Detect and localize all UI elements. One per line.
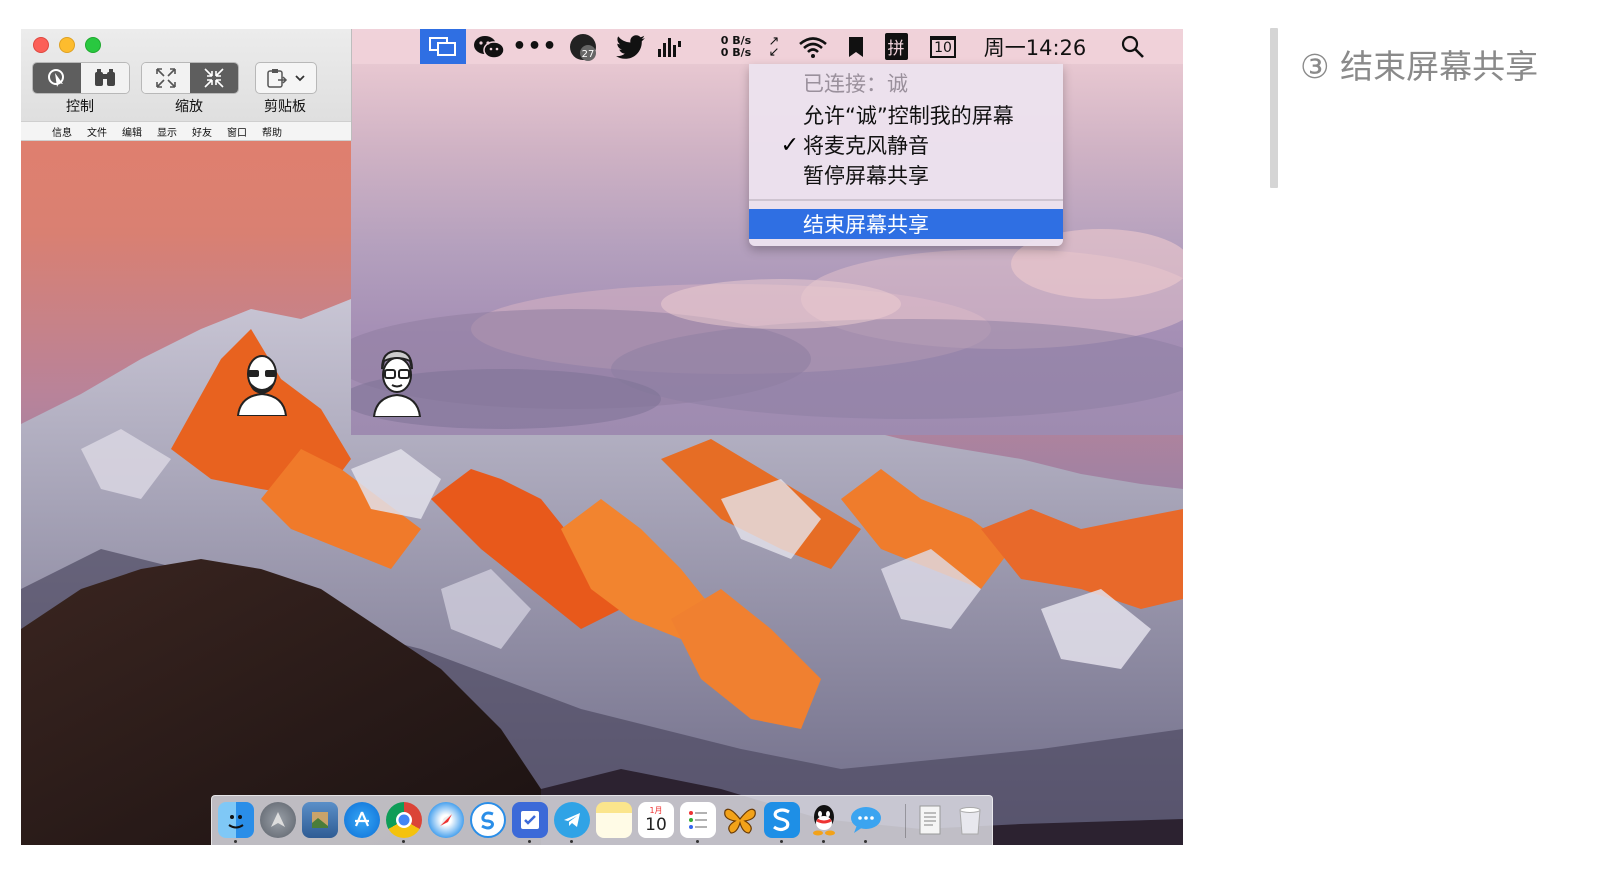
net-up-speed: 0 B/s bbox=[720, 33, 752, 47]
menu-item-mute-microphone[interactable]: ✓ 将麦克风静音 bbox=[749, 130, 1063, 160]
zoom-window-button[interactable] bbox=[85, 37, 101, 53]
safari-icon[interactable] bbox=[428, 802, 464, 838]
user-avatar-glasses[interactable] bbox=[370, 347, 424, 417]
s-app-icon[interactable] bbox=[764, 802, 800, 838]
allow-control-label: 允许“诚”控制我的屏幕 bbox=[803, 104, 1014, 128]
menu-view[interactable]: 显示 bbox=[157, 124, 177, 139]
menu-edit[interactable]: 编辑 bbox=[122, 124, 142, 139]
user-avatar-sunglasses[interactable] bbox=[234, 352, 290, 416]
pinyin-label: 拼 bbox=[884, 33, 908, 60]
spotlight-search-icon[interactable] bbox=[1115, 29, 1151, 64]
notes-icon[interactable] bbox=[596, 802, 632, 838]
running-indicator bbox=[780, 840, 783, 843]
checkmark-icon: ✓ bbox=[780, 132, 799, 158]
skype-icon[interactable] bbox=[470, 802, 506, 838]
binoculars-icon bbox=[95, 69, 115, 86]
calendar-menu-icon[interactable]: 10 bbox=[927, 29, 959, 64]
step-annotation: ③ 结束屏幕共享 bbox=[1300, 47, 1539, 86]
dock-calendar-day: 10 bbox=[645, 815, 667, 835]
menu-info[interactable]: 信息 bbox=[52, 124, 72, 139]
net-down-speed: 0 B/s bbox=[720, 45, 752, 59]
finder-icon[interactable] bbox=[218, 802, 254, 838]
screen-share-dropdown-menu: 已连接：诚 允许“诚”控制我的屏幕 ✓ 将麦克风静音 暂停屏幕共享 结束屏幕共享 bbox=[749, 64, 1063, 246]
close-window-button[interactable] bbox=[33, 37, 49, 53]
control-mode-button[interactable] bbox=[33, 63, 81, 93]
messages-icon[interactable] bbox=[848, 802, 884, 838]
wifi-icon[interactable] bbox=[795, 29, 831, 64]
menu-bar-clock[interactable]: 周一14:26 bbox=[979, 29, 1091, 64]
calendar-day: 10 bbox=[930, 35, 956, 58]
observe-mode-button[interactable] bbox=[81, 63, 129, 93]
running-indicator bbox=[528, 840, 531, 843]
qq-icon[interactable] bbox=[806, 802, 842, 838]
twitter-icon[interactable] bbox=[613, 29, 649, 64]
calendar-icon[interactable]: 1月 10 bbox=[638, 802, 674, 838]
expand-arrows-icon bbox=[156, 68, 176, 88]
remote-menu-bar: ••• 27 0 B/s 0 B/s ↗ ↙ 拼 10 周一14:26 bbox=[351, 29, 1183, 64]
preview-icon[interactable] bbox=[302, 802, 338, 838]
connected-label: 已连接：诚 bbox=[803, 72, 908, 96]
lists-icon[interactable] bbox=[680, 802, 716, 838]
running-indicator bbox=[864, 840, 867, 843]
running-indicator bbox=[402, 840, 405, 843]
menu-help[interactable]: 帮助 bbox=[262, 124, 282, 139]
audio-level-icon[interactable] bbox=[655, 29, 685, 64]
screen-share-desktop: ••• 27 0 B/s 0 B/s ↗ ↙ 拼 10 周一14:26 已连接：… bbox=[21, 29, 1183, 845]
more-dots-icon[interactable]: ••• bbox=[512, 29, 556, 64]
control-mode-segmented bbox=[32, 62, 130, 94]
screen-share-icon bbox=[429, 36, 456, 56]
control-label: 控制 bbox=[66, 99, 94, 115]
clipboard-dropdown-button[interactable] bbox=[255, 62, 317, 94]
butterfly-app-icon[interactable] bbox=[722, 802, 758, 838]
shrink-arrows-icon bbox=[204, 68, 224, 88]
minimize-window-button[interactable] bbox=[59, 37, 75, 53]
app-store-icon[interactable] bbox=[344, 802, 380, 838]
scale-to-fit-button[interactable] bbox=[142, 63, 190, 93]
notification-badge-icon[interactable]: 27 bbox=[567, 29, 601, 64]
menu-item-connected: 已连接：诚 bbox=[749, 68, 1063, 98]
running-indicator bbox=[570, 840, 573, 843]
launchpad-icon[interactable] bbox=[260, 802, 296, 838]
app-menu-bar: 信息 文件 编辑 显示 好友 窗口 帮助 bbox=[21, 121, 351, 141]
running-indicator bbox=[234, 840, 237, 843]
input-method-pinyin[interactable]: 拼 bbox=[881, 29, 911, 64]
reminders-icon[interactable] bbox=[512, 802, 548, 838]
pointer-control-icon bbox=[48, 69, 64, 87]
actual-size-button[interactable] bbox=[190, 63, 238, 93]
menu-file[interactable]: 文件 bbox=[87, 124, 107, 139]
document-icon[interactable] bbox=[912, 802, 948, 838]
pause-label: 暂停屏幕共享 bbox=[803, 164, 929, 188]
menu-item-end-sharing[interactable]: 结束屏幕共享 bbox=[749, 209, 1063, 239]
running-indicator bbox=[696, 840, 699, 843]
network-speed-readout[interactable]: 0 B/s 0 B/s bbox=[711, 29, 761, 64]
menu-item-pause-sharing[interactable]: 暂停屏幕共享 bbox=[749, 160, 1063, 190]
network-arrows-icon: ↗ ↙ bbox=[768, 33, 780, 60]
running-indicator bbox=[822, 840, 825, 843]
zoom-mode-segmented bbox=[141, 62, 239, 94]
clipboard-label: 剪贴板 bbox=[264, 99, 306, 115]
clipboard-icon bbox=[267, 69, 305, 88]
annotation-bar bbox=[1270, 28, 1278, 188]
menu-separator bbox=[749, 199, 1063, 201]
menu-friends[interactable]: 好友 bbox=[192, 124, 212, 139]
end-sharing-label: 结束屏幕共享 bbox=[803, 213, 929, 237]
dock-separator bbox=[905, 804, 906, 838]
dock: 1月 10 bbox=[211, 795, 993, 845]
zoom-label: 缩放 bbox=[175, 99, 203, 115]
screen-sharing-app-window: 控制 缩放 剪贴板 信息 文件 编辑 显示 好友 窗口 帮助 bbox=[21, 29, 352, 141]
mute-label: 将麦克风静音 bbox=[803, 134, 929, 158]
wechat-icon[interactable] bbox=[471, 29, 507, 64]
badge-count: 27 bbox=[582, 49, 595, 60]
bookmark-icon[interactable] bbox=[845, 29, 867, 64]
remote-screen: ••• 27 0 B/s 0 B/s ↗ ↙ 拼 10 周一14:26 已连接：… bbox=[351, 29, 1183, 435]
chrome-icon[interactable] bbox=[386, 802, 422, 838]
telegram-icon[interactable] bbox=[554, 802, 590, 838]
screen-share-menu-icon[interactable] bbox=[420, 29, 466, 64]
menu-window[interactable]: 窗口 bbox=[227, 124, 247, 139]
trash-icon[interactable] bbox=[952, 802, 988, 838]
menu-item-allow-control[interactable]: 允许“诚”控制我的屏幕 bbox=[749, 100, 1063, 130]
